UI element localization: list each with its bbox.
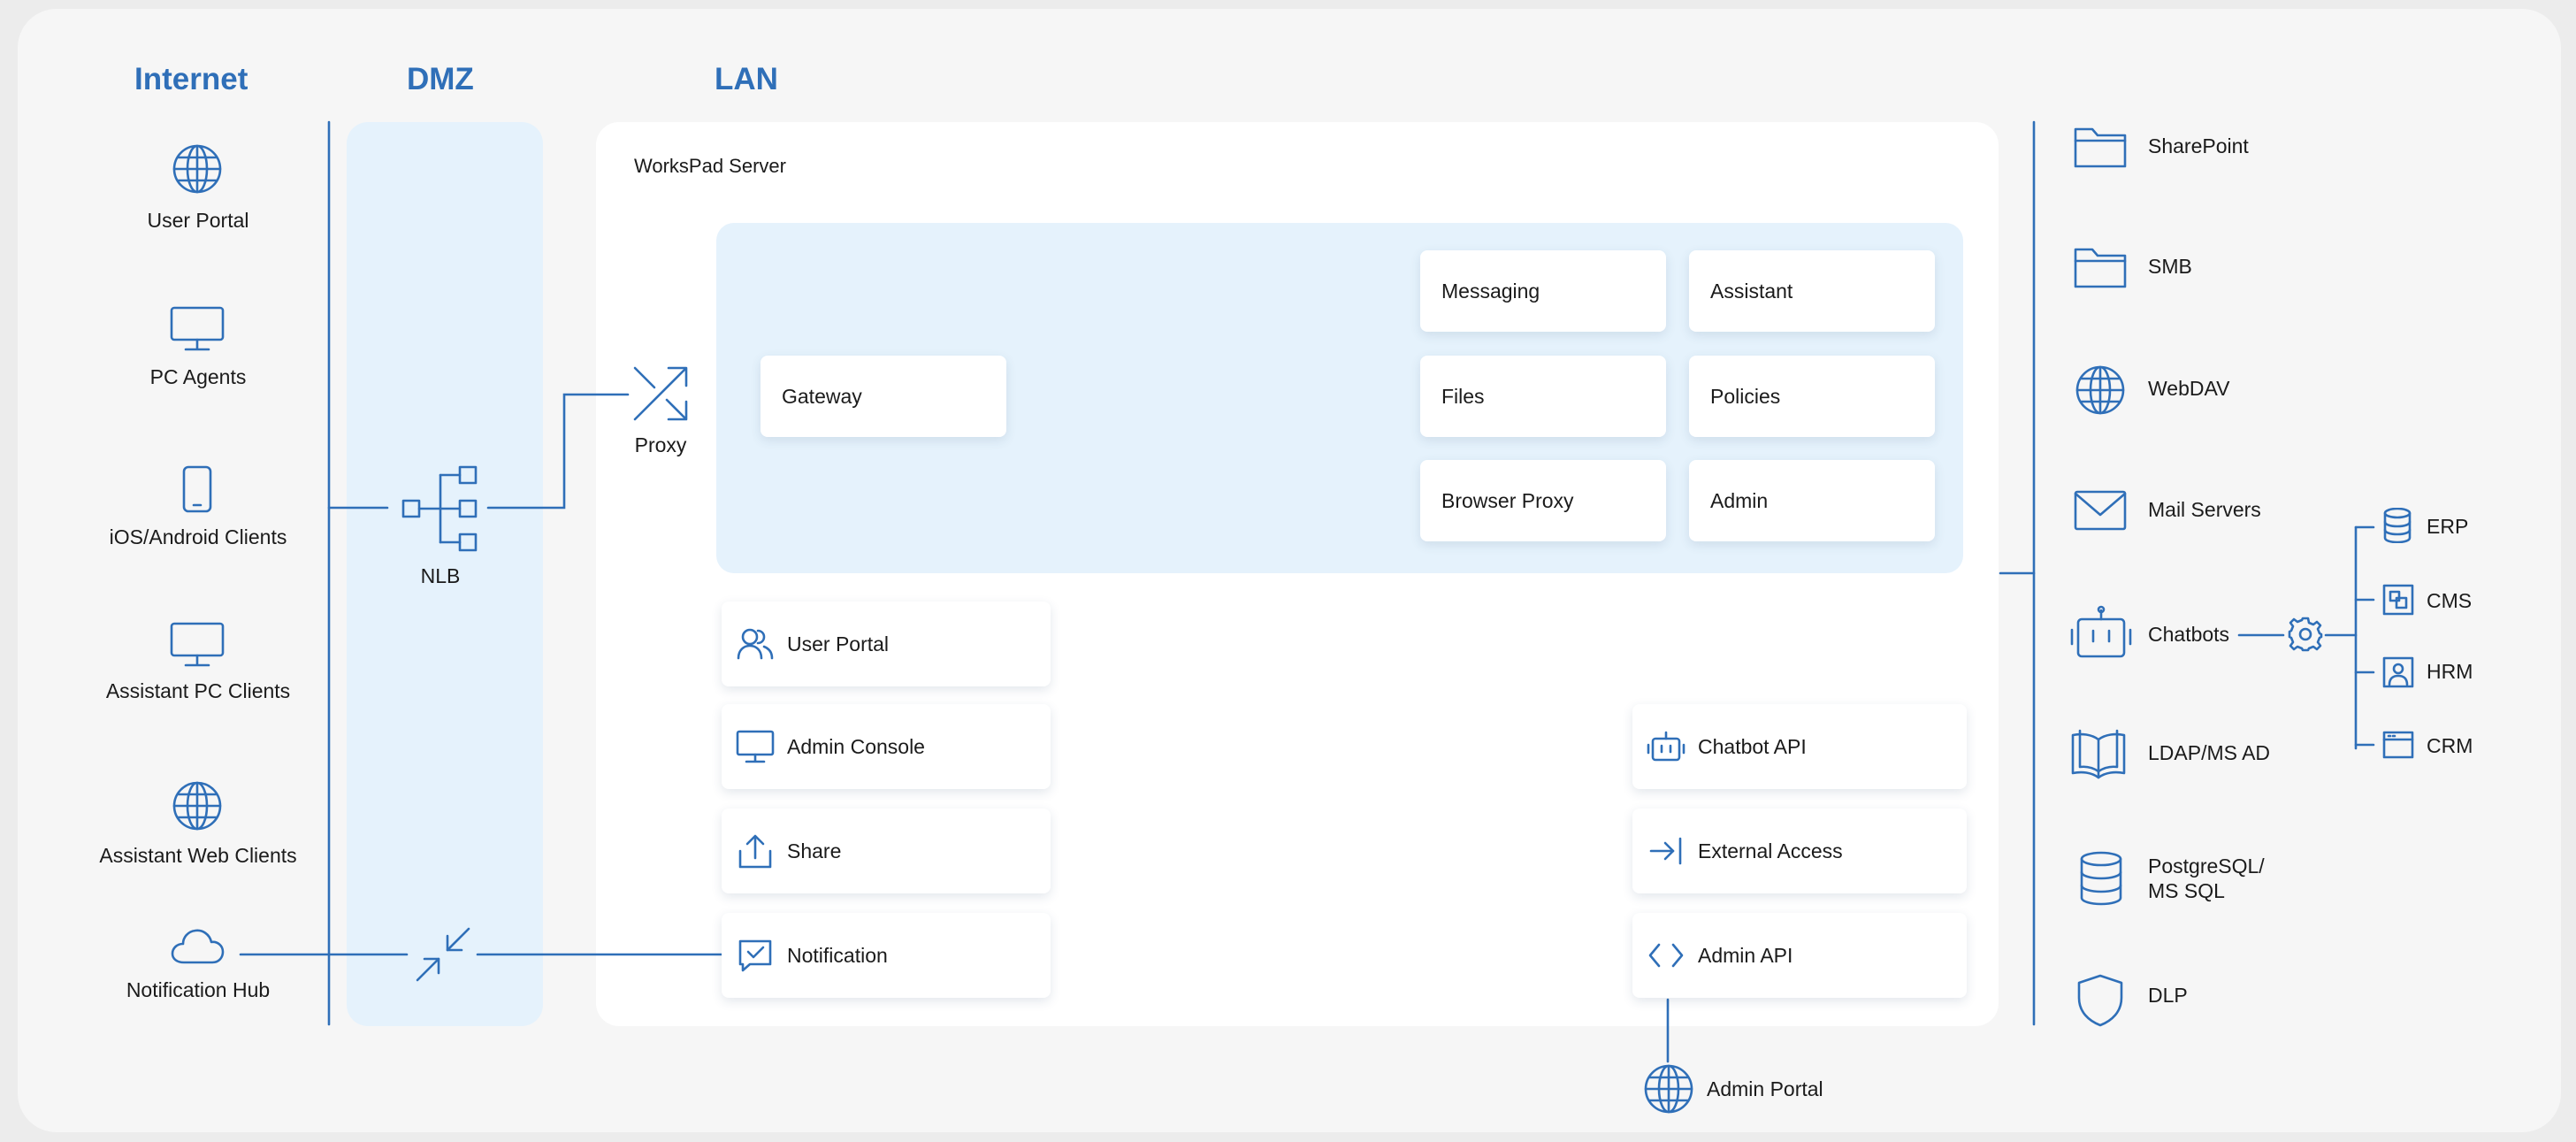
module-messaging[interactable]: Messaging [1420,250,1666,332]
gear-icon [2287,616,2324,653]
gateway-card[interactable]: Gateway [761,356,1006,437]
service-notification[interactable]: Notification [722,913,1051,998]
backend-smb: SMB [2148,255,2192,278]
monitor-icon [170,622,225,668]
layers-box-icon [2382,584,2414,616]
code-brackets-icon [1647,936,1685,975]
robot-icon [1647,727,1685,766]
module-browser-proxy[interactable]: Browser Proxy [1420,460,1666,541]
service-chatbot-api[interactable]: Chatbot API [1632,704,1967,789]
module-admin[interactable]: Admin [1689,460,1935,541]
target-hrm: HRM [2427,660,2473,683]
proxy-label: Proxy [634,433,687,456]
service-external-access[interactable]: External Access [1632,809,1967,893]
shield-icon [2076,973,2124,1028]
book-icon [2069,727,2128,780]
backend-chatbots: Chatbots [2148,623,2230,646]
service-admin-console[interactable]: Admin Console [722,704,1051,789]
backend-postgresql: PostgreSQL/ [2148,855,2265,878]
user-box-icon [2382,656,2414,688]
globe-icon [2075,364,2126,416]
smartphone-icon [182,465,212,513]
service-admin-api[interactable]: Admin API [1632,913,1967,998]
arrow-to-line-icon [1647,832,1685,870]
upload-icon [736,832,775,870]
architecture-diagram: Internet DMZ LAN User Portal PC Agents i… [0,0,2576,1142]
module-files[interactable]: Files [1420,356,1666,437]
line-nlb-proxy [486,393,630,510]
users-icon [736,625,775,663]
globe-icon [172,780,223,832]
backend-ldap: LDAP/MS AD [2148,741,2271,764]
network-tree-icon [401,465,479,552]
client-label-assistant-pc: Assistant PC Clients [105,679,291,702]
connection-lines [239,120,2375,1063]
backend-sharepoint: SharePoint [2148,134,2249,157]
client-label-mobile: iOS/Android Clients [109,525,287,548]
database-icon [2382,508,2412,543]
robot-icon [2069,605,2133,660]
folder-icon [2073,244,2128,290]
globe-icon [1643,1063,1694,1115]
nlb-label: NLB [420,564,461,587]
monitor-icon [736,727,775,766]
module-assistant[interactable]: Assistant [1689,250,1935,332]
admin-portal-label: Admin Portal [1707,1077,1823,1100]
client-label-assistant-web: Assistant Web Clients [99,844,297,867]
database-icon [2078,851,2124,906]
server-title: WorksPad Server [634,155,786,177]
backend-mail-servers: Mail Servers [2148,498,2261,521]
client-label-notification-hub: Notification Hub [126,978,271,1001]
service-user-portal[interactable]: User Portal [722,602,1051,686]
monitor-icon [170,306,225,352]
target-cms: CMS [2427,589,2473,612]
backend-webdav: WebDAV [2148,377,2230,400]
backend-mssql: MS SQL [2148,879,2225,902]
shuffle-arrows-icon [631,364,690,423]
message-check-icon [736,936,775,975]
target-erp: ERP [2427,515,2469,538]
service-share[interactable]: Share [722,809,1051,893]
envelope-icon [2073,488,2128,533]
folder-icon [2073,124,2128,170]
globe-icon [172,143,223,195]
cloud-icon [170,927,225,966]
collapse-arrows-icon [414,925,472,984]
browser-window-icon [2382,729,2414,761]
target-crm: CRM [2427,734,2473,757]
module-policies[interactable]: Policies [1689,356,1935,437]
client-label-pc-agents: PC Agents [149,365,247,388]
client-label-user-portal: User Portal [147,209,249,232]
backend-dlp: DLP [2148,984,2188,1007]
